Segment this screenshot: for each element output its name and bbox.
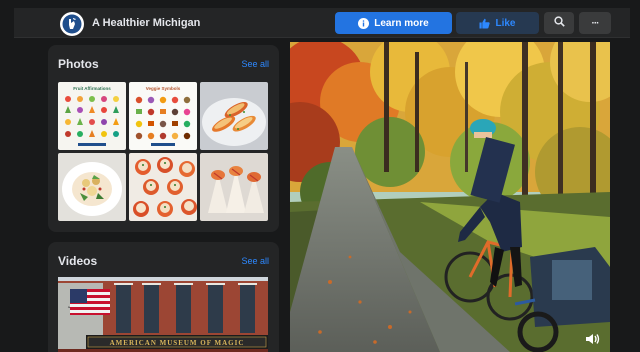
info-icon xyxy=(358,17,370,29)
learn-more-button[interactable]: Learn more xyxy=(335,12,452,34)
more-options-button[interactable]: ··· xyxy=(579,12,611,34)
thumbs-up-icon xyxy=(479,18,491,29)
photo-salad-plate[interactable] xyxy=(58,153,126,221)
video-thumbnail-museum[interactable]: AMERICAN MUSEUM OF MAGIC xyxy=(58,277,268,352)
michigan-logo-icon xyxy=(62,14,82,34)
photo-vegetable-infographic[interactable]: Veggie Symbols xyxy=(129,82,197,150)
videos-see-all-link[interactable]: See all xyxy=(241,256,269,266)
like-button[interactable]: Like xyxy=(456,12,539,34)
photo-stuffed-peppers[interactable] xyxy=(200,82,268,150)
videos-title: Videos xyxy=(58,254,98,268)
like-label: Like xyxy=(495,17,516,29)
photo-tomato-bites[interactable] xyxy=(129,153,197,221)
more-options-label: ··· xyxy=(591,17,600,29)
search-icon xyxy=(553,16,565,30)
search-button[interactable] xyxy=(544,12,574,34)
photo-produce-infographic[interactable]: Fruit Affirmations xyxy=(58,82,126,150)
videos-card: Videos See all AMERICAN MUSEUM OF MAGIC xyxy=(48,242,279,352)
photos-title: Photos xyxy=(58,57,99,71)
volume-icon[interactable] xyxy=(585,332,601,346)
photos-grid: Fruit Affirmations Veggie Symbols xyxy=(58,82,268,222)
cover-photo-cyclist-trail[interactable] xyxy=(290,42,610,352)
photo-wrap-rolls[interactable] xyxy=(200,153,268,221)
page-name[interactable]: A Healthier Michigan xyxy=(92,17,200,29)
photos-see-all-link[interactable]: See all xyxy=(241,59,269,69)
museum-sign-text: AMERICAN MUSEUM OF MAGIC xyxy=(110,339,245,347)
learn-more-label: Learn more xyxy=(374,17,429,29)
vegetable-infographic-caption: Veggie Symbols xyxy=(146,86,181,91)
produce-infographic-caption: Fruit Affirmations xyxy=(73,86,111,91)
page-avatar[interactable] xyxy=(60,12,84,36)
photos-card: Photos See all Fruit Affirmations Veggie… xyxy=(48,45,279,232)
